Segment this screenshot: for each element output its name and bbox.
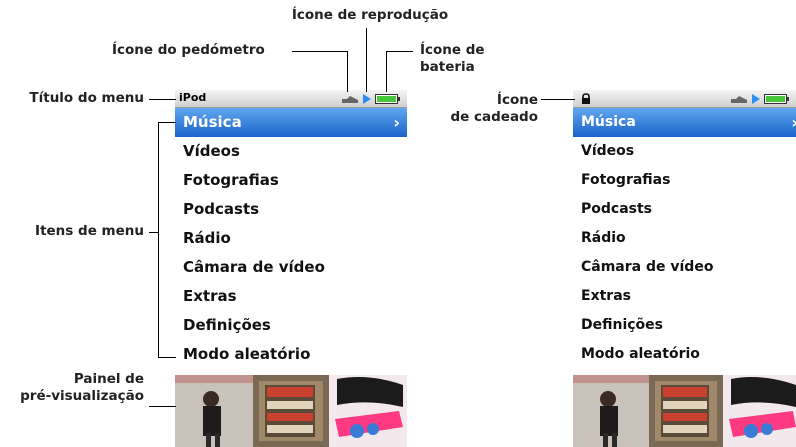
leader-line bbox=[158, 357, 176, 358]
menu-item-extras[interactable]: Extras bbox=[573, 282, 796, 311]
menu-item-fotografias[interactable]: Fotografias bbox=[175, 166, 407, 195]
battery-icon bbox=[375, 94, 400, 104]
menu-item-definicoes[interactable]: Definições bbox=[573, 311, 796, 340]
menu-item-podcasts[interactable]: Podcasts bbox=[573, 195, 796, 224]
ipod-screen-main: iPod Música › Vídeos Fotografias Podcast… bbox=[175, 90, 407, 447]
menu-item-radio[interactable]: Rádio bbox=[175, 224, 407, 253]
menu-title: iPod bbox=[179, 91, 207, 104]
callout-preview-panel: Painel de pré-visualização bbox=[20, 371, 144, 404]
leader-line bbox=[386, 51, 387, 92]
status-bar: iPod bbox=[175, 90, 407, 108]
leader-line bbox=[149, 99, 176, 100]
callout-pedometer-icon: Ícone do pedómetro bbox=[112, 42, 265, 58]
leader-line bbox=[541, 99, 575, 100]
menu-item-musica[interactable]: Música › bbox=[573, 108, 796, 137]
preview-panel bbox=[573, 375, 796, 447]
album-art-1 bbox=[573, 375, 649, 447]
album-art-3 bbox=[723, 375, 796, 447]
ipod-screen-locked: Música › Vídeos Fotografias Podcasts Rád… bbox=[573, 90, 796, 447]
battery-icon bbox=[764, 94, 789, 104]
album-art-1 bbox=[175, 375, 253, 447]
menu-item-modo-aleatorio[interactable]: Modo aleatório bbox=[573, 340, 796, 369]
menu-item-camara-video[interactable]: Câmara de vídeo bbox=[175, 253, 407, 282]
menu-item-musica[interactable]: Música › bbox=[175, 108, 407, 137]
callout-menu-items: Itens de menu bbox=[35, 223, 144, 239]
leader-line bbox=[158, 122, 159, 358]
menu-item-definicoes[interactable]: Definições bbox=[175, 311, 407, 340]
lock-icon bbox=[582, 93, 590, 104]
album-art-2 bbox=[253, 375, 329, 447]
album-art-2 bbox=[649, 375, 723, 447]
leader-line bbox=[347, 51, 348, 92]
pedometer-icon bbox=[342, 96, 358, 103]
leader-line bbox=[149, 406, 176, 407]
menu-item-podcasts[interactable]: Podcasts bbox=[175, 195, 407, 224]
leader-line bbox=[386, 51, 413, 52]
chevron-right-icon: › bbox=[393, 113, 400, 132]
leader-line bbox=[366, 28, 367, 92]
menu-item-fotografias[interactable]: Fotografias bbox=[573, 166, 796, 195]
album-art-3 bbox=[329, 375, 407, 447]
play-icon bbox=[363, 94, 371, 104]
status-bar bbox=[573, 90, 796, 108]
callout-battery-icon: Ícone de bateria bbox=[420, 42, 485, 75]
callout-lock-icon: Ícone de cadeado bbox=[450, 92, 539, 125]
leader-line bbox=[292, 51, 348, 52]
menu-item-modo-aleatorio[interactable]: Modo aleatório bbox=[175, 340, 407, 369]
menu-item-videos[interactable]: Vídeos bbox=[175, 137, 407, 166]
preview-panel bbox=[175, 375, 407, 447]
callout-menu-title: Título do menu bbox=[29, 90, 144, 106]
menu-item-camara-video[interactable]: Câmara de vídeo bbox=[573, 253, 796, 282]
pedometer-icon bbox=[731, 96, 747, 103]
menu-item-videos[interactable]: Vídeos bbox=[573, 137, 796, 166]
chevron-right-icon: › bbox=[791, 108, 796, 137]
leader-line bbox=[149, 232, 158, 233]
menu-item-radio[interactable]: Rádio bbox=[573, 224, 796, 253]
menu-item-extras[interactable]: Extras bbox=[175, 282, 407, 311]
play-icon bbox=[752, 94, 760, 104]
callout-playback-icon: Ícone de reprodução bbox=[291, 7, 449, 23]
leader-line bbox=[158, 122, 176, 123]
